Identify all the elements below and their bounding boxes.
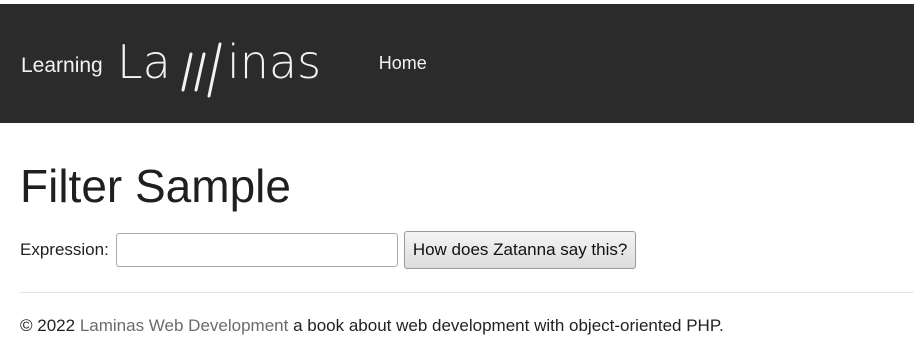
logo-text-inas: inas — [227, 35, 321, 89]
page-title: Filter Sample — [20, 160, 291, 212]
laminas-logo: La inas — [117, 35, 321, 97]
logo-slash-1 — [181, 52, 193, 91]
footer-link[interactable]: Laminas Web Development — [80, 316, 289, 335]
page: Learning La inas Home Filter Sample Expr… — [0, 0, 914, 344]
expression-label: Expression: — [20, 240, 109, 259]
filter-form: Expression: How does Zatanna say this? — [20, 230, 637, 270]
footer-divider — [20, 292, 914, 293]
footer: © 2022 Laminas Web Development a book ab… — [20, 316, 724, 336]
submit-button[interactable]: How does Zatanna say this? — [403, 231, 637, 269]
brand-prefix: Learning — [21, 53, 103, 77]
footer-tagline: a book about web development with object… — [293, 316, 724, 335]
brand[interactable]: Learning La inas — [21, 4, 339, 123]
expression-input[interactable] — [115, 233, 398, 267]
logo-slash-2 — [194, 52, 206, 91]
logo-text-la: La — [117, 35, 171, 89]
logo-slash-3 — [207, 42, 222, 97]
footer-copyright: © 2022 — [20, 316, 76, 335]
navbar: Learning La inas Home — [0, 4, 914, 123]
nav-home-link[interactable]: Home — [379, 53, 427, 74]
